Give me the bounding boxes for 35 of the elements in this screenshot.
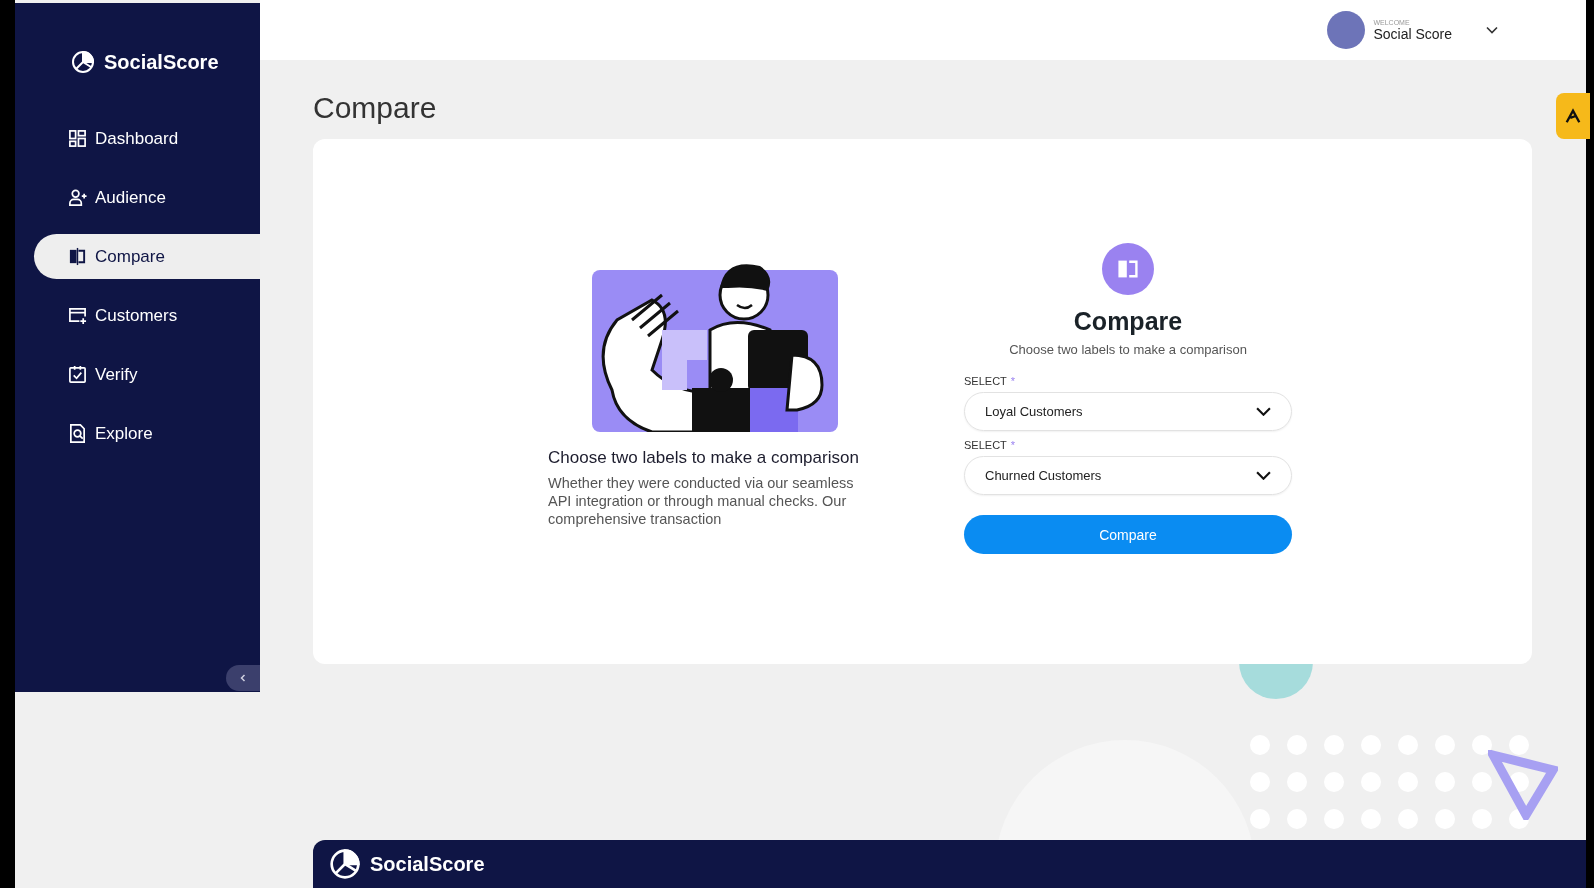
clipboard-check-icon xyxy=(68,365,87,384)
logo-mark-icon xyxy=(1564,107,1582,125)
users-add-icon xyxy=(68,188,87,207)
intro-heading: Choose two labels to make a comparison xyxy=(548,447,860,468)
brand-name: SocialScore xyxy=(104,50,219,74)
sidebar-item[interactable]: Audience xyxy=(15,175,260,220)
sidebar-item[interactable]: Dashboard xyxy=(15,116,260,161)
required-mark: * xyxy=(1010,439,1016,451)
floating-tab[interactable] xyxy=(1556,93,1590,139)
triangle-outline-icon xyxy=(1488,750,1558,820)
field-label: SELECT xyxy=(964,439,1007,451)
field-label: SELECT xyxy=(964,375,1007,387)
compare-icon xyxy=(68,247,87,266)
pie-chart-logo-icon xyxy=(71,50,95,74)
form-title: Compare xyxy=(1073,307,1183,336)
footer-brand-name: SocialScore xyxy=(370,852,485,876)
chevron-left-icon xyxy=(238,673,248,683)
chevron-down-icon xyxy=(1256,471,1271,480)
document-search-icon xyxy=(68,424,87,443)
dashboard-icon xyxy=(68,129,87,148)
sidebar-item[interactable]: Customers xyxy=(15,293,260,338)
sidebar-item[interactable]: Compare xyxy=(34,234,260,279)
intro-text: Whether they were conducted via our seamless API integration or through manual checks. Our comprehensive transaction xyxy=(548,473,855,528)
avatar xyxy=(1327,11,1366,49)
chevron-down-icon xyxy=(1256,407,1271,416)
user-name: Social Score xyxy=(1373,25,1452,42)
required-mark: * xyxy=(1010,375,1016,387)
sidebar-item[interactable]: Explore xyxy=(15,411,260,456)
pie-chart-logo-icon xyxy=(329,848,361,880)
sidebar-item[interactable]: Verify xyxy=(15,352,260,397)
compare-icon xyxy=(1102,243,1154,295)
page-title: Compare xyxy=(313,91,438,125)
card-add-icon xyxy=(68,306,87,325)
form-subtitle: Choose two labels to make a comparison xyxy=(1009,342,1247,357)
chevron-down-icon[interactable] xyxy=(1486,26,1498,34)
